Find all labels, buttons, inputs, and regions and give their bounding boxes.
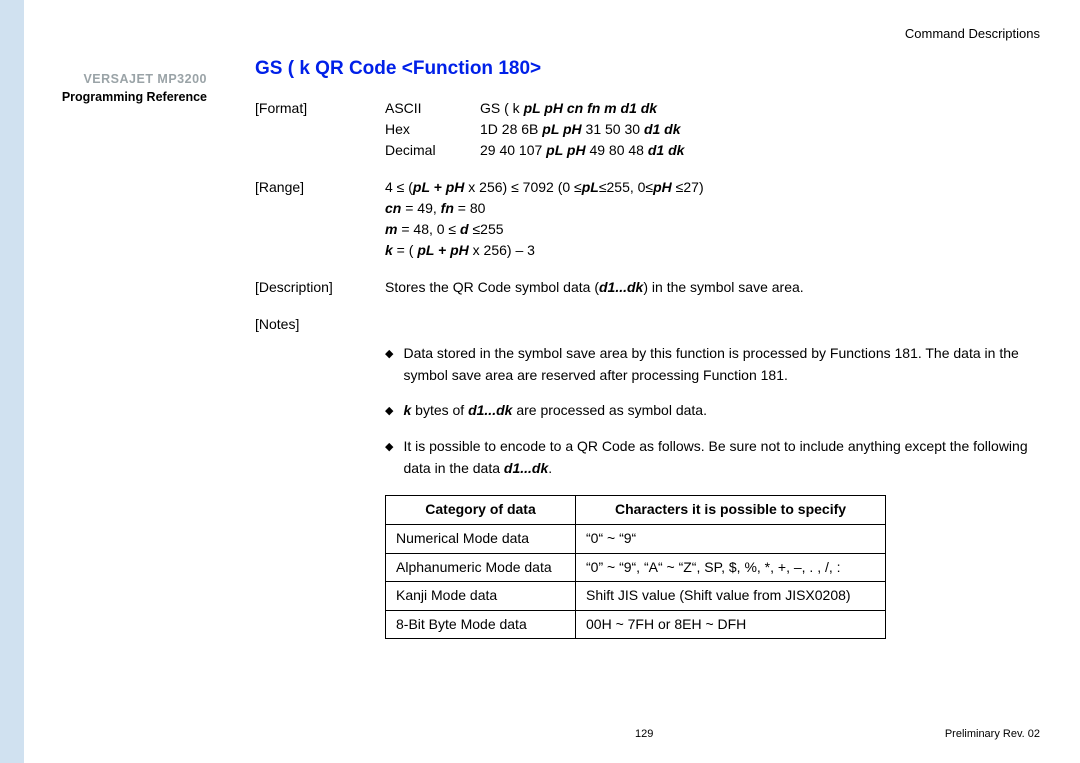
table-header-characters: Characters it is possible to specify [576,496,886,525]
ascii-value: GS ( k pL pH cn fn m d1 dk [480,98,1040,119]
dec-fixed: 49 80 48 [586,142,648,158]
t: ≤27) [672,179,704,195]
diamond-icon: ◆ [385,346,393,386]
range-line3: m = 48, 0 ≤ d ≤255 [385,219,1040,240]
t: ≤255, 0≤ [599,179,653,195]
t: k [385,242,393,258]
range-line2: cn = 49, fn = 80 [385,198,1040,219]
table-row: Alphanumeric Mode data “0” ~ “9“, “A“ ~ … [386,553,886,582]
t: = 48, 0 ≤ [397,221,460,237]
note-item-1: ◆ Data stored in the symbol save area by… [385,343,1040,386]
sidebar: VERSAJET MP3200 Programming Reference [24,0,219,763]
notes-block: [Notes] ◆ Data stored in the symbol save… [255,314,1040,479]
table-header-category: Category of data [386,496,576,525]
range-line4: k = ( pL + pH x 256) – 3 [385,240,1040,261]
t: . [548,460,552,476]
page-title: GS ( k QR Code <Function 180> [255,58,1040,80]
t: It is possible to encode to a QR Code as… [403,438,1027,476]
t: x 256) ≤ 7092 (0 ≤ [464,179,581,195]
table-row: Numerical Mode data “0“ ~ “9“ [386,525,886,554]
t: = 49, [401,200,440,216]
revision-label: Preliminary Rev. 02 [945,728,1040,740]
t: x 256) – 3 [469,242,535,258]
t: d1...dk [468,402,512,418]
cell: Alphanumeric Mode data [386,553,576,582]
left-blue-band [0,0,24,763]
hex-label: Hex [385,119,480,140]
ascii-params: pL pH cn fn m d1 dk [524,100,658,116]
t: are processed as symbol data. [512,402,707,418]
cell: Kanji Mode data [386,582,576,611]
main-content: Command Descriptions GS ( k QR Code <Fun… [255,26,1040,639]
t: pL [582,179,599,195]
decimal-value: 29 40 107 pL pH 49 80 48 d1 dk [480,140,1040,161]
hex-prefix: 1D 28 6B [480,121,542,137]
note-item-2: ◆ k bytes of d1...dk are processed as sy… [385,400,1040,422]
range-label: [Range] [255,177,385,198]
description-text: Stores the QR Code symbol data (d1...dk)… [385,277,1040,298]
model-label: VERSAJET MP3200 [24,72,207,86]
description-block: [Description] Stores the QR Code symbol … [255,277,1040,298]
t: d1...dk [599,279,643,295]
t: fn [441,200,454,216]
dec-prefix: 29 40 107 [480,142,546,158]
notes-label: [Notes] [255,314,385,335]
hex-plph: pL pH [542,121,581,137]
dec-plph: pL pH [546,142,585,158]
format-label: [Format] [255,98,385,119]
hex-d1dk: d1 dk [644,121,681,137]
t: cn [385,200,401,216]
cell: “0” ~ “9“, “A“ ~ “Z“, SP, $, %, *, +, –,… [576,553,886,582]
cell: 8-Bit Byte Mode data [386,610,576,639]
t: d [460,221,469,237]
note-text: Data stored in the symbol save area by t… [403,343,1040,386]
page-number: 129 [635,728,653,740]
hex-fixed: 31 50 30 [582,121,644,137]
description-label: [Description] [255,277,385,298]
diamond-icon: ◆ [385,403,393,422]
diamond-icon: ◆ [385,439,393,479]
t: ≤255 [469,221,504,237]
category-table: Category of data Characters it is possib… [385,495,886,639]
t: pL + pH [413,179,464,195]
dec-d1dk: d1 dk [648,142,685,158]
ascii-prefix: GS ( k [480,100,524,116]
cell: “0“ ~ “9“ [576,525,886,554]
t: bytes of [411,402,468,418]
t: 4 ≤ ( [385,179,413,195]
t: ) in the symbol save area. [643,279,803,295]
note-item-3: ◆ It is possible to encode to a QR Code … [385,436,1040,479]
cell: Numerical Mode data [386,525,576,554]
note-text: It is possible to encode to a QR Code as… [403,436,1040,479]
t: = 80 [454,200,486,216]
format-block: [Format] ASCII GS ( k pL pH cn fn m d1 d… [255,98,1040,161]
ascii-label: ASCII [385,98,480,119]
decimal-label: Decimal [385,140,480,161]
cell: Shift JIS value (Shift value from JISX02… [576,582,886,611]
t: d1...dk [504,460,548,476]
hex-value: 1D 28 6B pL pH 31 50 30 d1 dk [480,119,1040,140]
t: pL + pH [417,242,468,258]
range-line1: 4 ≤ (pL + pH x 256) ≤ 7092 (0 ≤pL≤255, 0… [385,177,1040,198]
cell: 00H ~ 7FH or 8EH ~ DFH [576,610,886,639]
range-block: [Range] 4 ≤ (pL + pH x 256) ≤ 7092 (0 ≤p… [255,177,1040,261]
t: Stores the QR Code symbol data ( [385,279,599,295]
t: = ( [393,242,418,258]
t: m [385,221,397,237]
table-row: 8-Bit Byte Mode data 00H ~ 7FH or 8EH ~ … [386,610,886,639]
section-label: Command Descriptions [905,26,1040,41]
note-text: k bytes of d1...dk are processed as symb… [403,400,1040,422]
table-row: Kanji Mode data Shift JIS value (Shift v… [386,582,886,611]
t: pH [653,179,672,195]
programming-reference-label: Programming Reference [24,90,207,104]
